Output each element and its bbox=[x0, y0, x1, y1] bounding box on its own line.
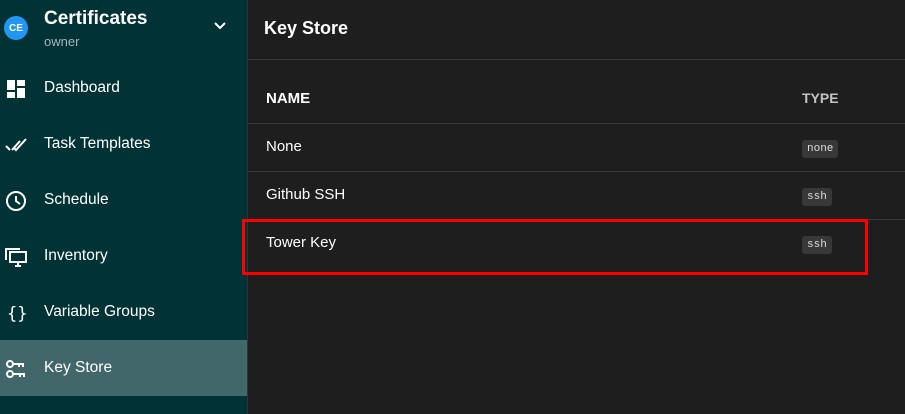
double-check-icon bbox=[5, 138, 27, 152]
project-avatar: CE bbox=[4, 16, 28, 40]
sidebar-item-label: Variable Groups bbox=[44, 303, 155, 320]
project-name: Certificates bbox=[44, 8, 148, 29]
page-title: Key Store bbox=[264, 18, 349, 38]
key-name: Github SSH bbox=[266, 186, 346, 203]
table-row[interactable]: None none bbox=[248, 124, 905, 172]
sidebar-item-label: Task Templates bbox=[44, 135, 151, 152]
highlight-box bbox=[242, 219, 868, 275]
column-header-type[interactable]: TYPE bbox=[802, 90, 839, 106]
key-type-chip: none bbox=[802, 140, 839, 158]
sidebar-item-dashboard[interactable]: Dashboard bbox=[0, 60, 247, 116]
sidebar-item-label: Key Store bbox=[44, 359, 113, 376]
svg-text:{}: {} bbox=[7, 304, 27, 324]
sidebar-item-label: Dashboard bbox=[44, 79, 120, 96]
sidebar-item-variable-groups[interactable]: {} Variable Groups bbox=[0, 284, 247, 340]
project-selector[interactable]: CE Certificates owner bbox=[0, 0, 247, 60]
page-header: Key Store bbox=[248, 0, 905, 60]
table-header: NAME TYPE bbox=[248, 76, 905, 124]
table-row[interactable]: Github SSH ssh bbox=[248, 172, 905, 220]
sidebar-item-key-store[interactable]: Key Store bbox=[0, 340, 247, 396]
sidebar-item-task-templates[interactable]: Task Templates bbox=[0, 116, 247, 172]
sidebar-item-schedule[interactable]: Schedule bbox=[0, 172, 247, 228]
key-icon bbox=[6, 360, 25, 378]
sidebar-item-label: Inventory bbox=[44, 247, 108, 264]
column-header-name[interactable]: NAME bbox=[266, 90, 310, 107]
key-name: None bbox=[266, 138, 302, 155]
main-content: Key Store NAME TYPE None none Github SSH… bbox=[248, 0, 905, 414]
braces-icon: {} bbox=[7, 304, 27, 324]
sidebar-item-inventory[interactable]: Inventory bbox=[0, 228, 247, 284]
clock-icon bbox=[6, 191, 26, 211]
key-type-chip: ssh bbox=[802, 188, 832, 206]
project-role: owner bbox=[44, 34, 80, 49]
monitor-icon bbox=[5, 248, 27, 267]
sidebar-item-label: Schedule bbox=[44, 191, 109, 208]
dashboard-icon bbox=[7, 80, 25, 98]
sidebar: CE Certificates owner Dashboard Task Tem… bbox=[0, 0, 247, 414]
chevron-down-icon[interactable] bbox=[212, 18, 228, 34]
